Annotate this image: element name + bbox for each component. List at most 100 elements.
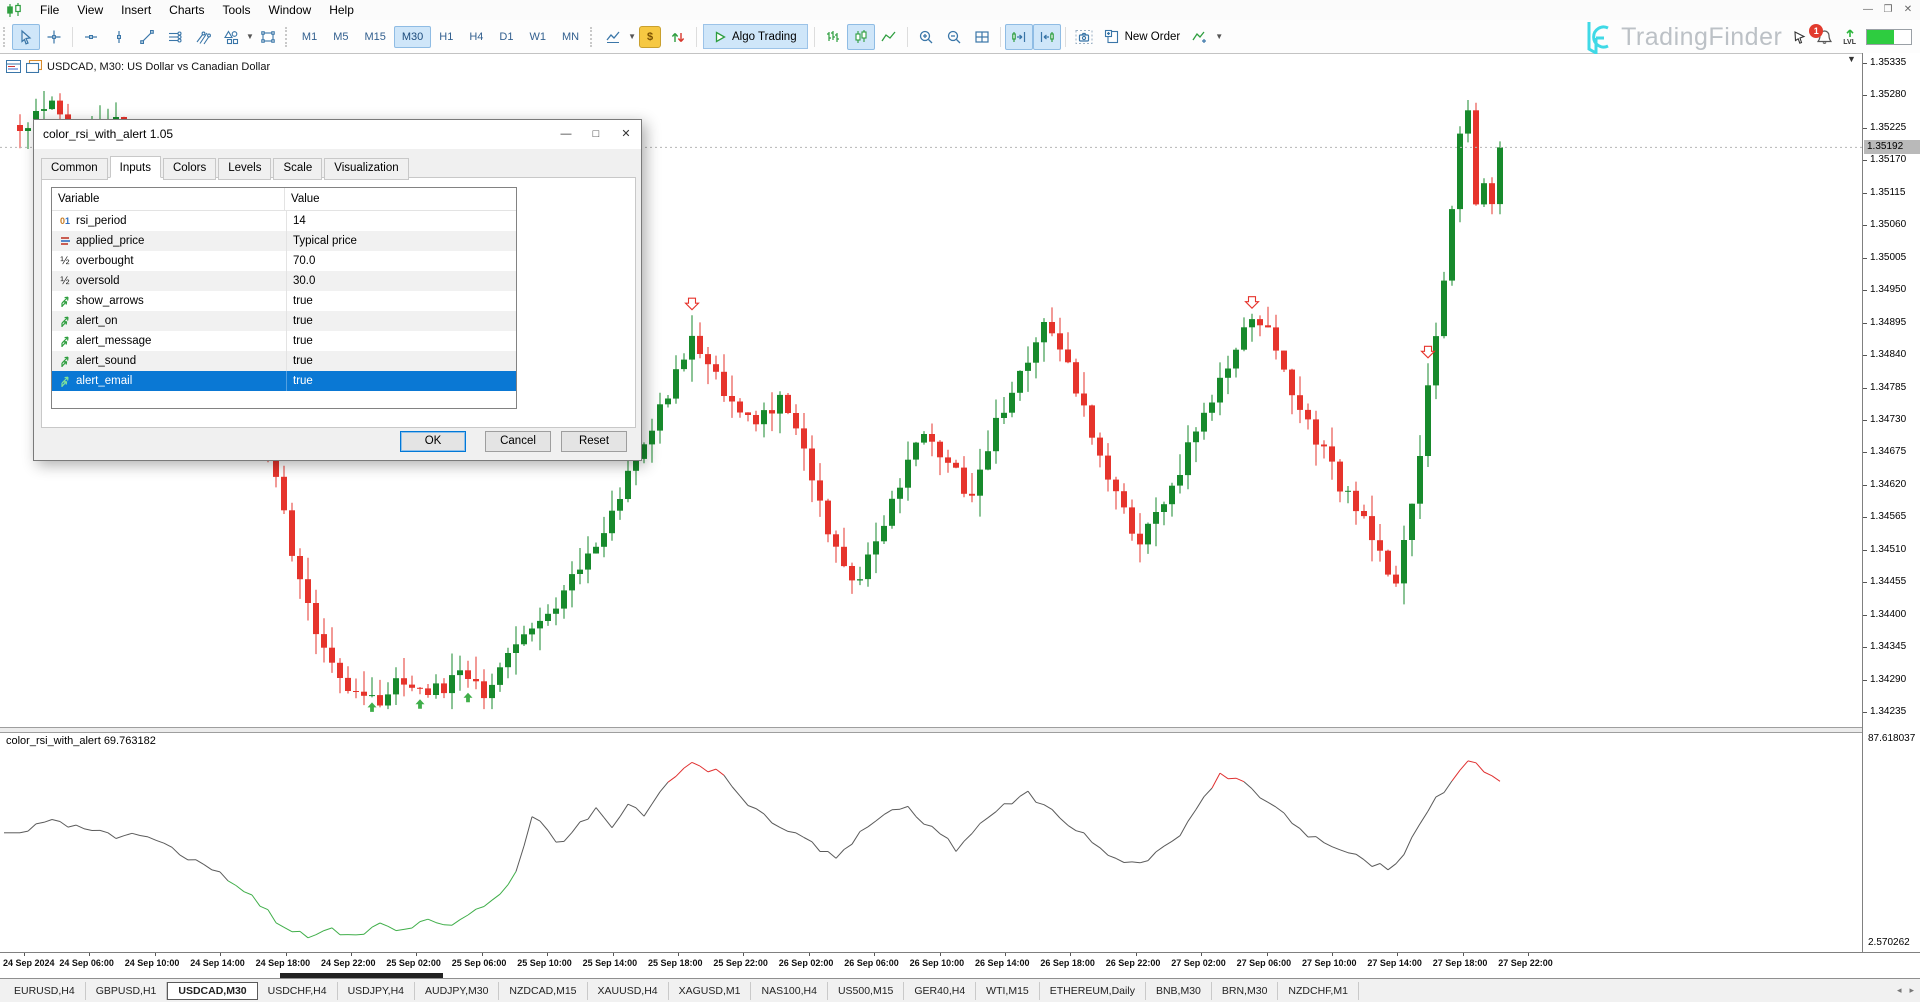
param-row-applied-price[interactable]: applied_price Typical price (52, 231, 516, 251)
toolbar-drag-handle[interactable] (590, 27, 595, 47)
cursor-tool-icon[interactable] (12, 24, 40, 50)
timeframe-w1[interactable]: W1 (521, 26, 554, 48)
candlestick-chart-icon[interactable] (847, 24, 875, 50)
symbol-tab-ethereum-daily[interactable]: ETHEREUM,Daily (1040, 982, 1146, 1000)
tab-inputs[interactable]: Inputs (110, 156, 161, 178)
timeframe-d1[interactable]: D1 (491, 26, 521, 48)
symbol-tab-xagusd-m1[interactable]: XAGUSD,M1 (669, 982, 752, 1000)
shapes-dropdown-icon[interactable]: ▼ (246, 32, 254, 41)
quotes-grid-icon[interactable] (6, 60, 21, 73)
shapes-tool-icon[interactable] (217, 24, 245, 50)
param-row-rsi-period[interactable]: 01 rsi_period 14 (52, 211, 516, 231)
param-row-show-arrows[interactable]: show_arrows true (52, 291, 516, 311)
line-chart-icon[interactable] (875, 24, 903, 50)
param-value[interactable]: true (286, 311, 516, 331)
ok-button[interactable]: OK (400, 431, 466, 452)
param-value[interactable]: 70.0 (286, 251, 516, 271)
cancel-button[interactable]: Cancel (485, 431, 551, 452)
timeframe-m1[interactable]: M1 (294, 26, 325, 48)
param-row-overbought[interactable]: ½ overbought 70.0 (52, 251, 516, 271)
symbol-tab-nzdcad-m15[interactable]: NZDCAD,M15 (499, 982, 587, 1000)
crosshair-tool-icon[interactable] (40, 24, 68, 50)
restore-icon[interactable]: ❐ (1878, 1, 1898, 18)
tab-levels[interactable]: Levels (218, 158, 271, 180)
timeframe-mn[interactable]: MN (554, 26, 587, 48)
chart-windows-icon[interactable] (26, 60, 42, 73)
new-order-button[interactable]: New Order (1098, 26, 1187, 48)
symbol-tab-xauusd-h4[interactable]: XAUUSD,H4 (588, 982, 669, 1000)
toolbar-drag-handle[interactable] (285, 27, 290, 47)
chart-shift-marker[interactable]: ▼ (1847, 54, 1856, 64)
param-row-alert-on[interactable]: alert_on true (52, 311, 516, 331)
menu-file[interactable]: File (31, 1, 68, 19)
timeframe-m15[interactable]: M15 (356, 26, 393, 48)
tab-common[interactable]: Common (41, 158, 108, 180)
price-scale[interactable]: 1.35192 87.618037 2.570262 1.353351.3528… (1862, 53, 1920, 952)
dialog-close-icon[interactable]: ✕ (611, 120, 641, 148)
tabs-scroll-left-icon[interactable]: ◂ (1897, 985, 1902, 996)
mini-chart-dropdown-icon[interactable]: ▼ (628, 32, 636, 41)
symbol-tab-ger40-h4[interactable]: GER40,H4 (904, 982, 976, 1000)
chart-shift-icon[interactable] (1005, 24, 1033, 50)
param-value[interactable]: true (286, 351, 516, 371)
symbol-tab-nzdchf-m1[interactable]: NZDCHF,M1 (1278, 982, 1359, 1000)
symbol-tab-audjpy-m30[interactable]: AUDJPY,M30 (415, 982, 499, 1000)
param-row-alert-message[interactable]: alert_message true (52, 331, 516, 351)
timeframe-h1[interactable]: H1 (431, 26, 461, 48)
trendline-tool-icon[interactable] (133, 24, 161, 50)
minimize-icon[interactable]: — (1858, 1, 1878, 18)
zoom-in-icon[interactable] (912, 24, 940, 50)
symbol-tab-bnb-m30[interactable]: BNB,M30 (1146, 982, 1212, 1000)
algo-trading-button[interactable]: Algo Trading (703, 24, 808, 49)
bar-chart-icon[interactable] (819, 24, 847, 50)
param-value[interactable]: Typical price (286, 231, 516, 251)
auto-scroll-icon[interactable] (1033, 24, 1061, 50)
channel-tool-icon[interactable] (161, 24, 189, 50)
close-icon[interactable]: ✕ (1898, 1, 1918, 18)
tab-scale[interactable]: Scale (273, 158, 322, 180)
menu-view[interactable]: View (68, 1, 112, 19)
time-scale[interactable]: 24 Sep 202424 Sep 06:0024 Sep 10:0024 Se… (0, 952, 1920, 979)
symbol-tab-wti-m15[interactable]: WTI,M15 (976, 982, 1040, 1000)
symbol-tab-usdcad-m30[interactable]: USDCAD,M30 (167, 982, 257, 1000)
indicators-dropdown-icon[interactable]: ▼ (1215, 32, 1223, 41)
symbol-tab-brn-m30[interactable]: BRN,M30 (1212, 982, 1279, 1000)
timeframe-m30[interactable]: M30 (394, 26, 431, 48)
symbol-tab-nas100-h4[interactable]: NAS100,H4 (751, 982, 827, 1000)
menu-help[interactable]: Help (320, 1, 363, 19)
dialog-titlebar[interactable]: color_rsi_with_alert 1.05 — □ ✕ (34, 120, 641, 149)
indicator-pane[interactable]: color_rsi_with_alert 69.763182 (0, 731, 1862, 950)
screenshot-icon[interactable] (1070, 24, 1098, 50)
param-value[interactable]: 30.0 (286, 271, 516, 291)
symbol-tab-usdchf-h4[interactable]: USDCHF,H4 (258, 982, 338, 1000)
horizontal-line-tool-icon[interactable] (77, 24, 105, 50)
pitchfork-tool-icon[interactable] (189, 24, 217, 50)
objects-tool-icon[interactable] (254, 24, 282, 50)
symbol-tab-gbpusd-h1[interactable]: GBPUSD,H1 (86, 982, 168, 1000)
vertical-line-tool-icon[interactable] (105, 24, 133, 50)
toolbar-drag-handle[interactable] (3, 27, 8, 47)
param-value[interactable]: true (286, 291, 516, 311)
timeframe-m5[interactable]: M5 (325, 26, 356, 48)
param-value[interactable]: true (286, 371, 516, 391)
symbol-tab-eurusd-h4[interactable]: EURUSD,H4 (4, 982, 86, 1000)
pointer-icon[interactable] (1792, 30, 1806, 45)
one-click-trading-icon[interactable]: $ (636, 24, 664, 50)
tabs-scroll-right-icon[interactable]: ▸ (1909, 985, 1914, 996)
mini-chart-icon[interactable] (599, 24, 627, 50)
param-value[interactable]: 14 (286, 211, 516, 231)
dialog-maximize-icon[interactable]: □ (581, 120, 611, 148)
param-value[interactable]: true (286, 331, 516, 351)
param-row-oversold[interactable]: ½ oversold 30.0 (52, 271, 516, 291)
dialog-minimize-icon[interactable]: — (551, 120, 581, 148)
zoom-out-icon[interactable] (940, 24, 968, 50)
menu-insert[interactable]: Insert (112, 1, 160, 19)
menu-tools[interactable]: Tools (214, 1, 260, 19)
tab-colors[interactable]: Colors (163, 158, 216, 180)
notification-bell-icon[interactable]: 1 (1816, 29, 1833, 45)
menu-charts[interactable]: Charts (160, 1, 213, 19)
indicators-icon[interactable] (1186, 24, 1214, 50)
menu-window[interactable]: Window (260, 1, 321, 19)
param-row-alert-sound[interactable]: alert_sound true (52, 351, 516, 371)
param-row-alert-email[interactable]: alert_email true (52, 371, 516, 391)
